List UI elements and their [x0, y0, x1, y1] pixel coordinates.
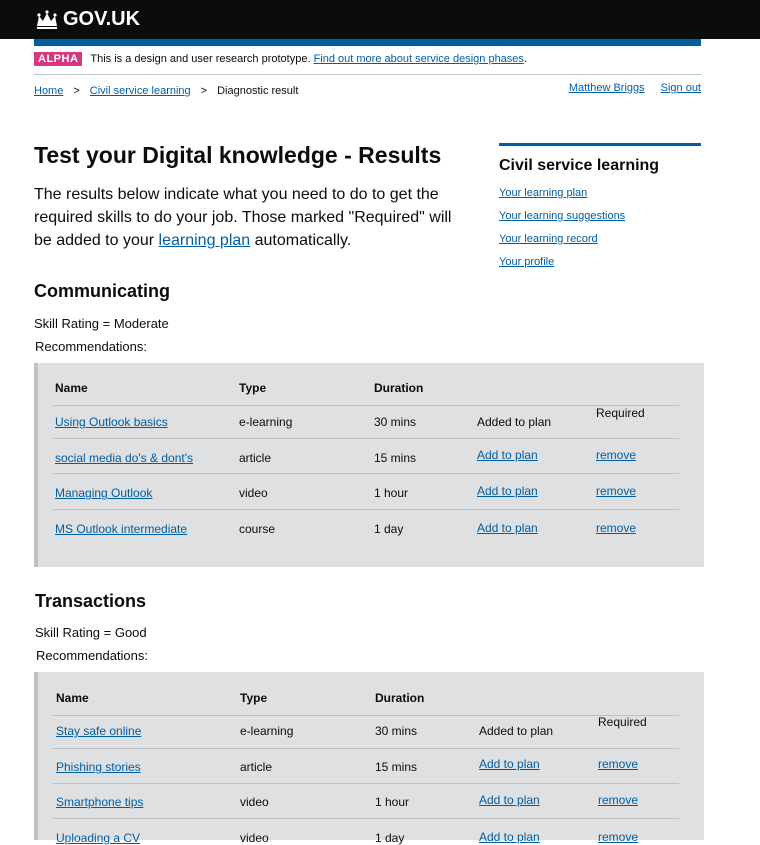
row-divider — [53, 405, 679, 406]
required-label: Required — [596, 406, 645, 420]
course-link[interactable]: Smartphone tips — [56, 795, 143, 809]
section-title-transactions: Transactions — [35, 591, 147, 611]
course-link[interactable]: Stay safe online — [56, 724, 141, 738]
row-divider — [53, 473, 679, 474]
phase-tag: ALPHA — [34, 52, 83, 66]
course-link[interactable]: MS Outlook intermediate — [55, 522, 187, 536]
course-duration: 1 hour — [375, 795, 410, 809]
row-divider — [53, 783, 679, 784]
section-title-communicating: Communicating — [34, 281, 171, 301]
remove-link[interactable]: remove — [596, 521, 636, 535]
phase-divider — [34, 74, 701, 75]
course-type: article — [240, 760, 273, 774]
course-type: article — [239, 451, 272, 465]
row-divider — [53, 509, 679, 510]
course-duration: 15 mins — [374, 451, 417, 465]
header-blue-bar — [34, 39, 701, 46]
breadcrumb-separator: > — [73, 85, 80, 97]
intro-text-after: automatically. — [254, 232, 352, 249]
course-link[interactable]: Using Outlook basics — [55, 415, 168, 429]
breadcrumb-home[interactable]: Home — [34, 85, 63, 97]
recommendations-label: Recommendations: — [36, 648, 148, 663]
user-name-link[interactable]: Matthew Briggs — [569, 82, 645, 94]
course-duration: 1 day — [374, 522, 404, 536]
row-divider — [53, 818, 679, 819]
column-header-name: Name — [56, 691, 89, 705]
course-type: course — [239, 522, 276, 536]
govuk-logo-text: GOV.UK — [63, 8, 141, 30]
column-header-type: Type — [239, 381, 267, 395]
course-duration: 1 hour — [374, 486, 409, 500]
phase-banner: ALPHA This is a design and user research… — [34, 52, 701, 66]
recommendations-label: Recommendations: — [35, 339, 147, 354]
sign-out-link[interactable]: Sign out — [661, 82, 701, 94]
add-to-plan-link[interactable]: Add to plan — [479, 830, 540, 844]
sidebar-title: Civil service learning — [499, 157, 660, 174]
row-divider — [53, 715, 679, 716]
govuk-header: GOV.UK — [0, 0, 760, 39]
crown-icon — [35, 9, 59, 30]
add-to-plan-link[interactable]: Add to plan — [477, 448, 538, 462]
skill-rating: Skill Rating = Good — [35, 625, 147, 640]
add-to-plan-link[interactable]: Add to plan — [479, 757, 540, 771]
phase-text-after: . — [523, 53, 527, 65]
related-sidebar: Civil service learning Your learning pla… — [499, 143, 701, 279]
govuk-logo-link[interactable]: GOV.UK — [35, 8, 140, 31]
row-divider — [53, 438, 679, 439]
course-duration: 30 mins — [374, 415, 417, 429]
breadcrumb: Home > Civil service learning > Diagnost… — [34, 85, 298, 97]
column-header-duration: Duration — [374, 381, 424, 395]
course-duration: 30 mins — [375, 724, 418, 738]
row-divider — [53, 748, 679, 749]
breadcrumb-separator: > — [200, 85, 208, 97]
user-links: Matthew Briggs Sign out — [569, 82, 701, 94]
column-header-type: Type — [240, 691, 268, 705]
sidebar-link-learning-record[interactable]: Your learning record — [499, 233, 701, 245]
add-to-plan-link[interactable]: Add to plan — [479, 793, 540, 807]
phase-link[interactable]: Find out more about service design phase… — [314, 53, 524, 65]
recommendations-table: Name Type Duration Using Outlook basics … — [34, 363, 704, 567]
added-to-plan-status: Added to plan — [477, 415, 552, 429]
course-type: video — [239, 486, 268, 500]
remove-link[interactable]: remove — [596, 484, 636, 498]
breadcrumb-civil-service-learning[interactable]: Civil service learning — [90, 85, 191, 97]
remove-link[interactable]: remove — [598, 757, 638, 771]
course-duration: 15 mins — [375, 760, 418, 774]
course-link[interactable]: social media do's & dont's — [55, 451, 193, 465]
course-duration: 1 day — [375, 831, 405, 845]
sidebar-link-learning-plan[interactable]: Your learning plan — [499, 187, 701, 199]
remove-link[interactable]: remove — [596, 448, 636, 462]
added-to-plan-status: Added to plan — [479, 724, 554, 738]
course-link[interactable]: Uploading a CV — [56, 831, 140, 845]
course-type: video — [240, 831, 269, 845]
course-link[interactable]: Phishing stories — [56, 760, 141, 774]
add-to-plan-link[interactable]: Add to plan — [477, 484, 538, 498]
course-link[interactable]: Managing Outlook — [55, 486, 152, 500]
course-type: e-learning — [239, 415, 293, 429]
remove-link[interactable]: remove — [598, 830, 638, 844]
breadcrumb-current: Diagnostic result — [217, 85, 299, 97]
recommendations-table: Name Type Duration Stay safe online e-le… — [34, 672, 704, 845]
phase-text: This is a design and user research proto… — [90, 53, 311, 65]
column-header-name: Name — [55, 381, 88, 395]
add-to-plan-link[interactable]: Add to plan — [477, 521, 538, 535]
course-type: video — [240, 795, 269, 809]
skill-rating: Skill Rating = Moderate — [34, 316, 169, 331]
sidebar-link-profile[interactable]: Your profile — [499, 256, 701, 268]
sidebar-link-learning-suggestions[interactable]: Your learning suggestions — [499, 210, 701, 222]
remove-link[interactable]: remove — [598, 793, 638, 807]
learning-plan-link[interactable]: learning plan — [159, 232, 251, 249]
required-label: Required — [598, 715, 647, 729]
intro-text: The results below indicate what you need… — [34, 183, 464, 252]
page-title: Test your Digital knowledge - Results — [34, 142, 442, 168]
column-header-duration: Duration — [375, 691, 425, 705]
course-type: e-learning — [240, 724, 294, 738]
